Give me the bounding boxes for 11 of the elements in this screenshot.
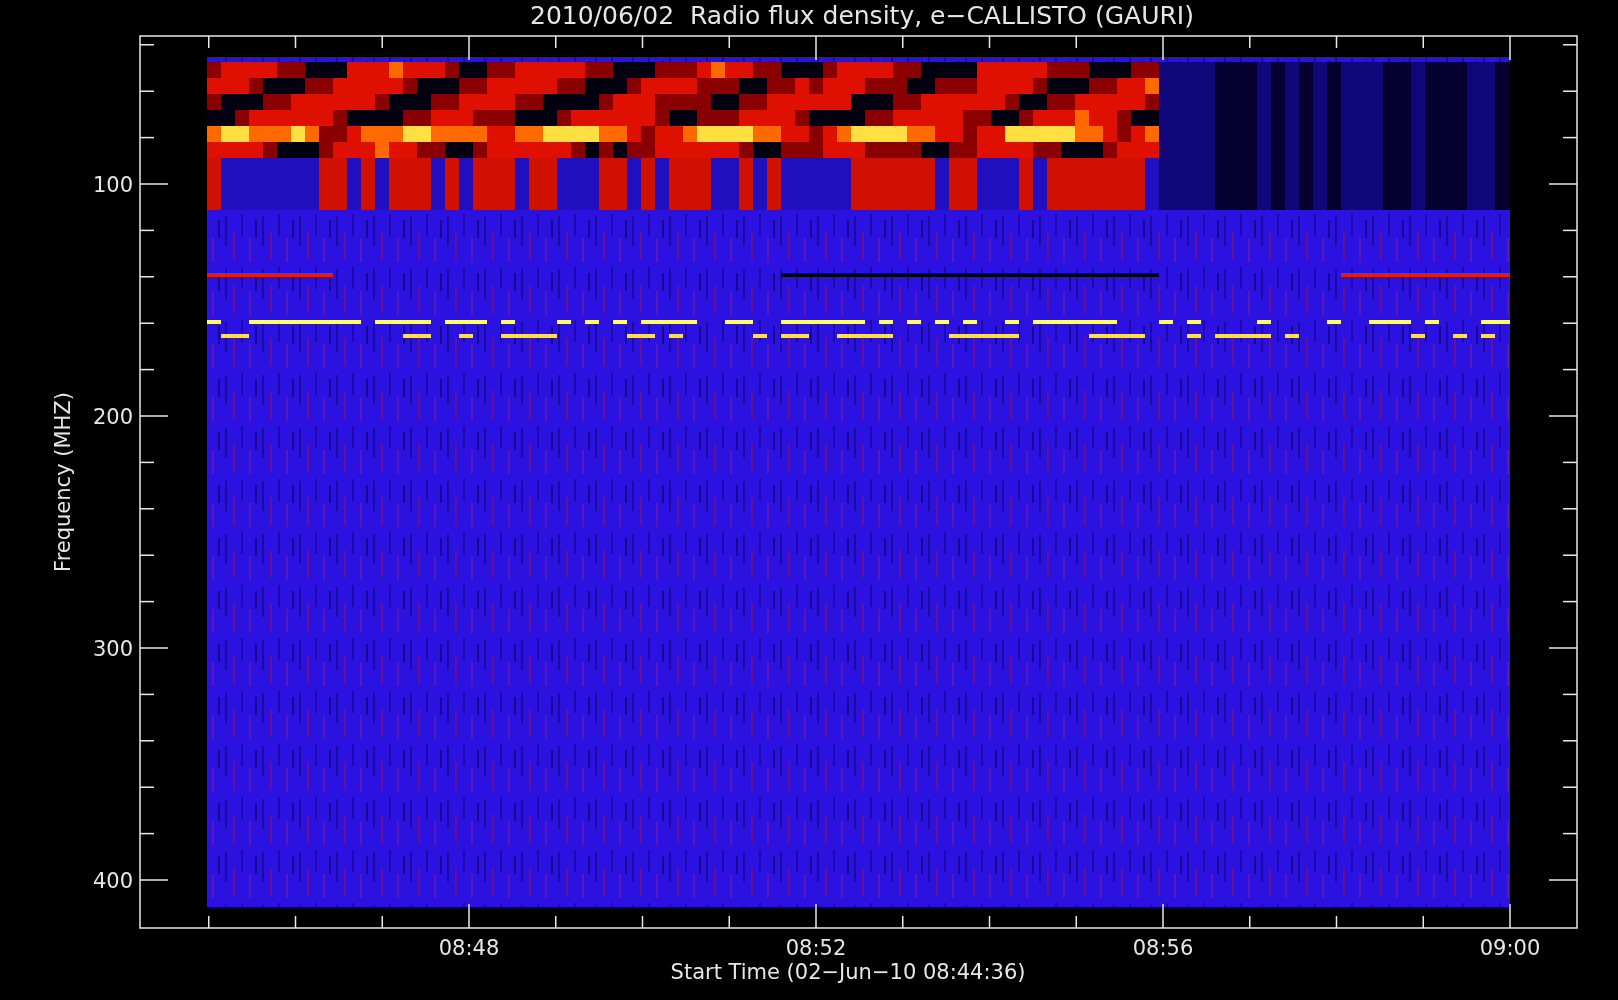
axis-tick-label: 08:52 [785, 936, 847, 960]
axis-tick-label: 300 [92, 637, 133, 661]
axis-tick-label: 09:00 [1479, 936, 1541, 960]
axis-tick-label: 400 [92, 869, 133, 893]
axis-tick-label: 200 [92, 405, 133, 429]
axis-title: Start Time (02−Jun−10 08:44:36) [670, 960, 1026, 984]
axis-title: Frequency (MHZ) [51, 392, 75, 572]
chart-title: 2010/06/02 Radio flux density, e−CALLISTO (GAURI) [530, 1, 1194, 30]
axis-tick-label: 08:48 [438, 936, 500, 960]
axis-tick-label: 100 [92, 173, 133, 197]
axis-tick-label: 08:56 [1132, 936, 1194, 960]
